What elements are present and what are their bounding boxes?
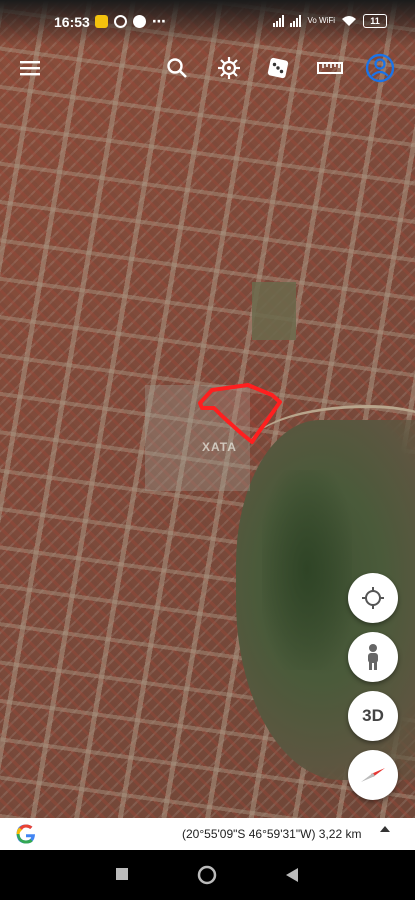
vowifi-label: Vo WiFi bbox=[307, 16, 335, 25]
recents-square-icon bbox=[116, 868, 128, 880]
feeling-lucky-button[interactable] bbox=[262, 52, 294, 84]
highlighted-lot-outline bbox=[198, 383, 282, 444]
satellite-map[interactable]: XATA bbox=[0, 0, 415, 818]
status-time: 16:53 bbox=[54, 14, 90, 30]
voyager-helm-icon bbox=[218, 57, 240, 79]
home-button[interactable] bbox=[197, 865, 217, 890]
expand-up-icon[interactable] bbox=[380, 826, 390, 832]
coordinates-readout: (20°55'09"S 46°59'31"W) 3,22 km bbox=[182, 827, 362, 841]
voyager-button[interactable] bbox=[213, 52, 245, 84]
menu-icon bbox=[20, 61, 40, 76]
whatsapp-icon bbox=[114, 15, 127, 28]
back-triangle-icon bbox=[286, 868, 298, 882]
map-toolbar bbox=[0, 52, 415, 86]
bottom-info-bar: (20°55'09"S 46°59'31"W) 3,22 km bbox=[0, 818, 415, 850]
recents-button[interactable] bbox=[115, 867, 129, 886]
feeling-lucky-dice-icon bbox=[267, 57, 289, 79]
toggle-3d-button[interactable]: 3D bbox=[348, 691, 398, 741]
wifi-icon bbox=[342, 16, 356, 26]
signal-icon-2 bbox=[290, 15, 302, 27]
measure-ruler-icon bbox=[317, 62, 343, 74]
account-icon bbox=[365, 53, 395, 83]
street-view-button[interactable] bbox=[348, 632, 398, 682]
signal-icon bbox=[273, 15, 285, 27]
pegman-icon bbox=[368, 644, 378, 670]
measure-button[interactable] bbox=[314, 52, 346, 84]
menu-button[interactable] bbox=[14, 52, 46, 84]
status-bar: 16:53 ⋯ Vo WiFi 11 bbox=[0, 0, 415, 46]
search-button[interactable] bbox=[161, 52, 193, 84]
my-location-button[interactable] bbox=[348, 573, 398, 623]
back-button[interactable] bbox=[285, 867, 299, 888]
compass-icon bbox=[361, 768, 385, 782]
system-nav-bar bbox=[0, 850, 415, 900]
account-button[interactable] bbox=[364, 52, 396, 84]
notification-app-icon bbox=[95, 15, 108, 28]
more-notifications-icon: ⋯ bbox=[152, 13, 166, 29]
compass-button[interactable] bbox=[348, 750, 398, 800]
home-circle-icon bbox=[197, 865, 217, 885]
search-icon bbox=[167, 58, 187, 78]
my-location-icon bbox=[362, 587, 384, 609]
toggle-3d-label: 3D bbox=[362, 706, 384, 725]
battery-indicator: 11 bbox=[363, 14, 387, 28]
chrome-icon bbox=[133, 15, 146, 28]
google-logo-icon bbox=[16, 824, 35, 844]
